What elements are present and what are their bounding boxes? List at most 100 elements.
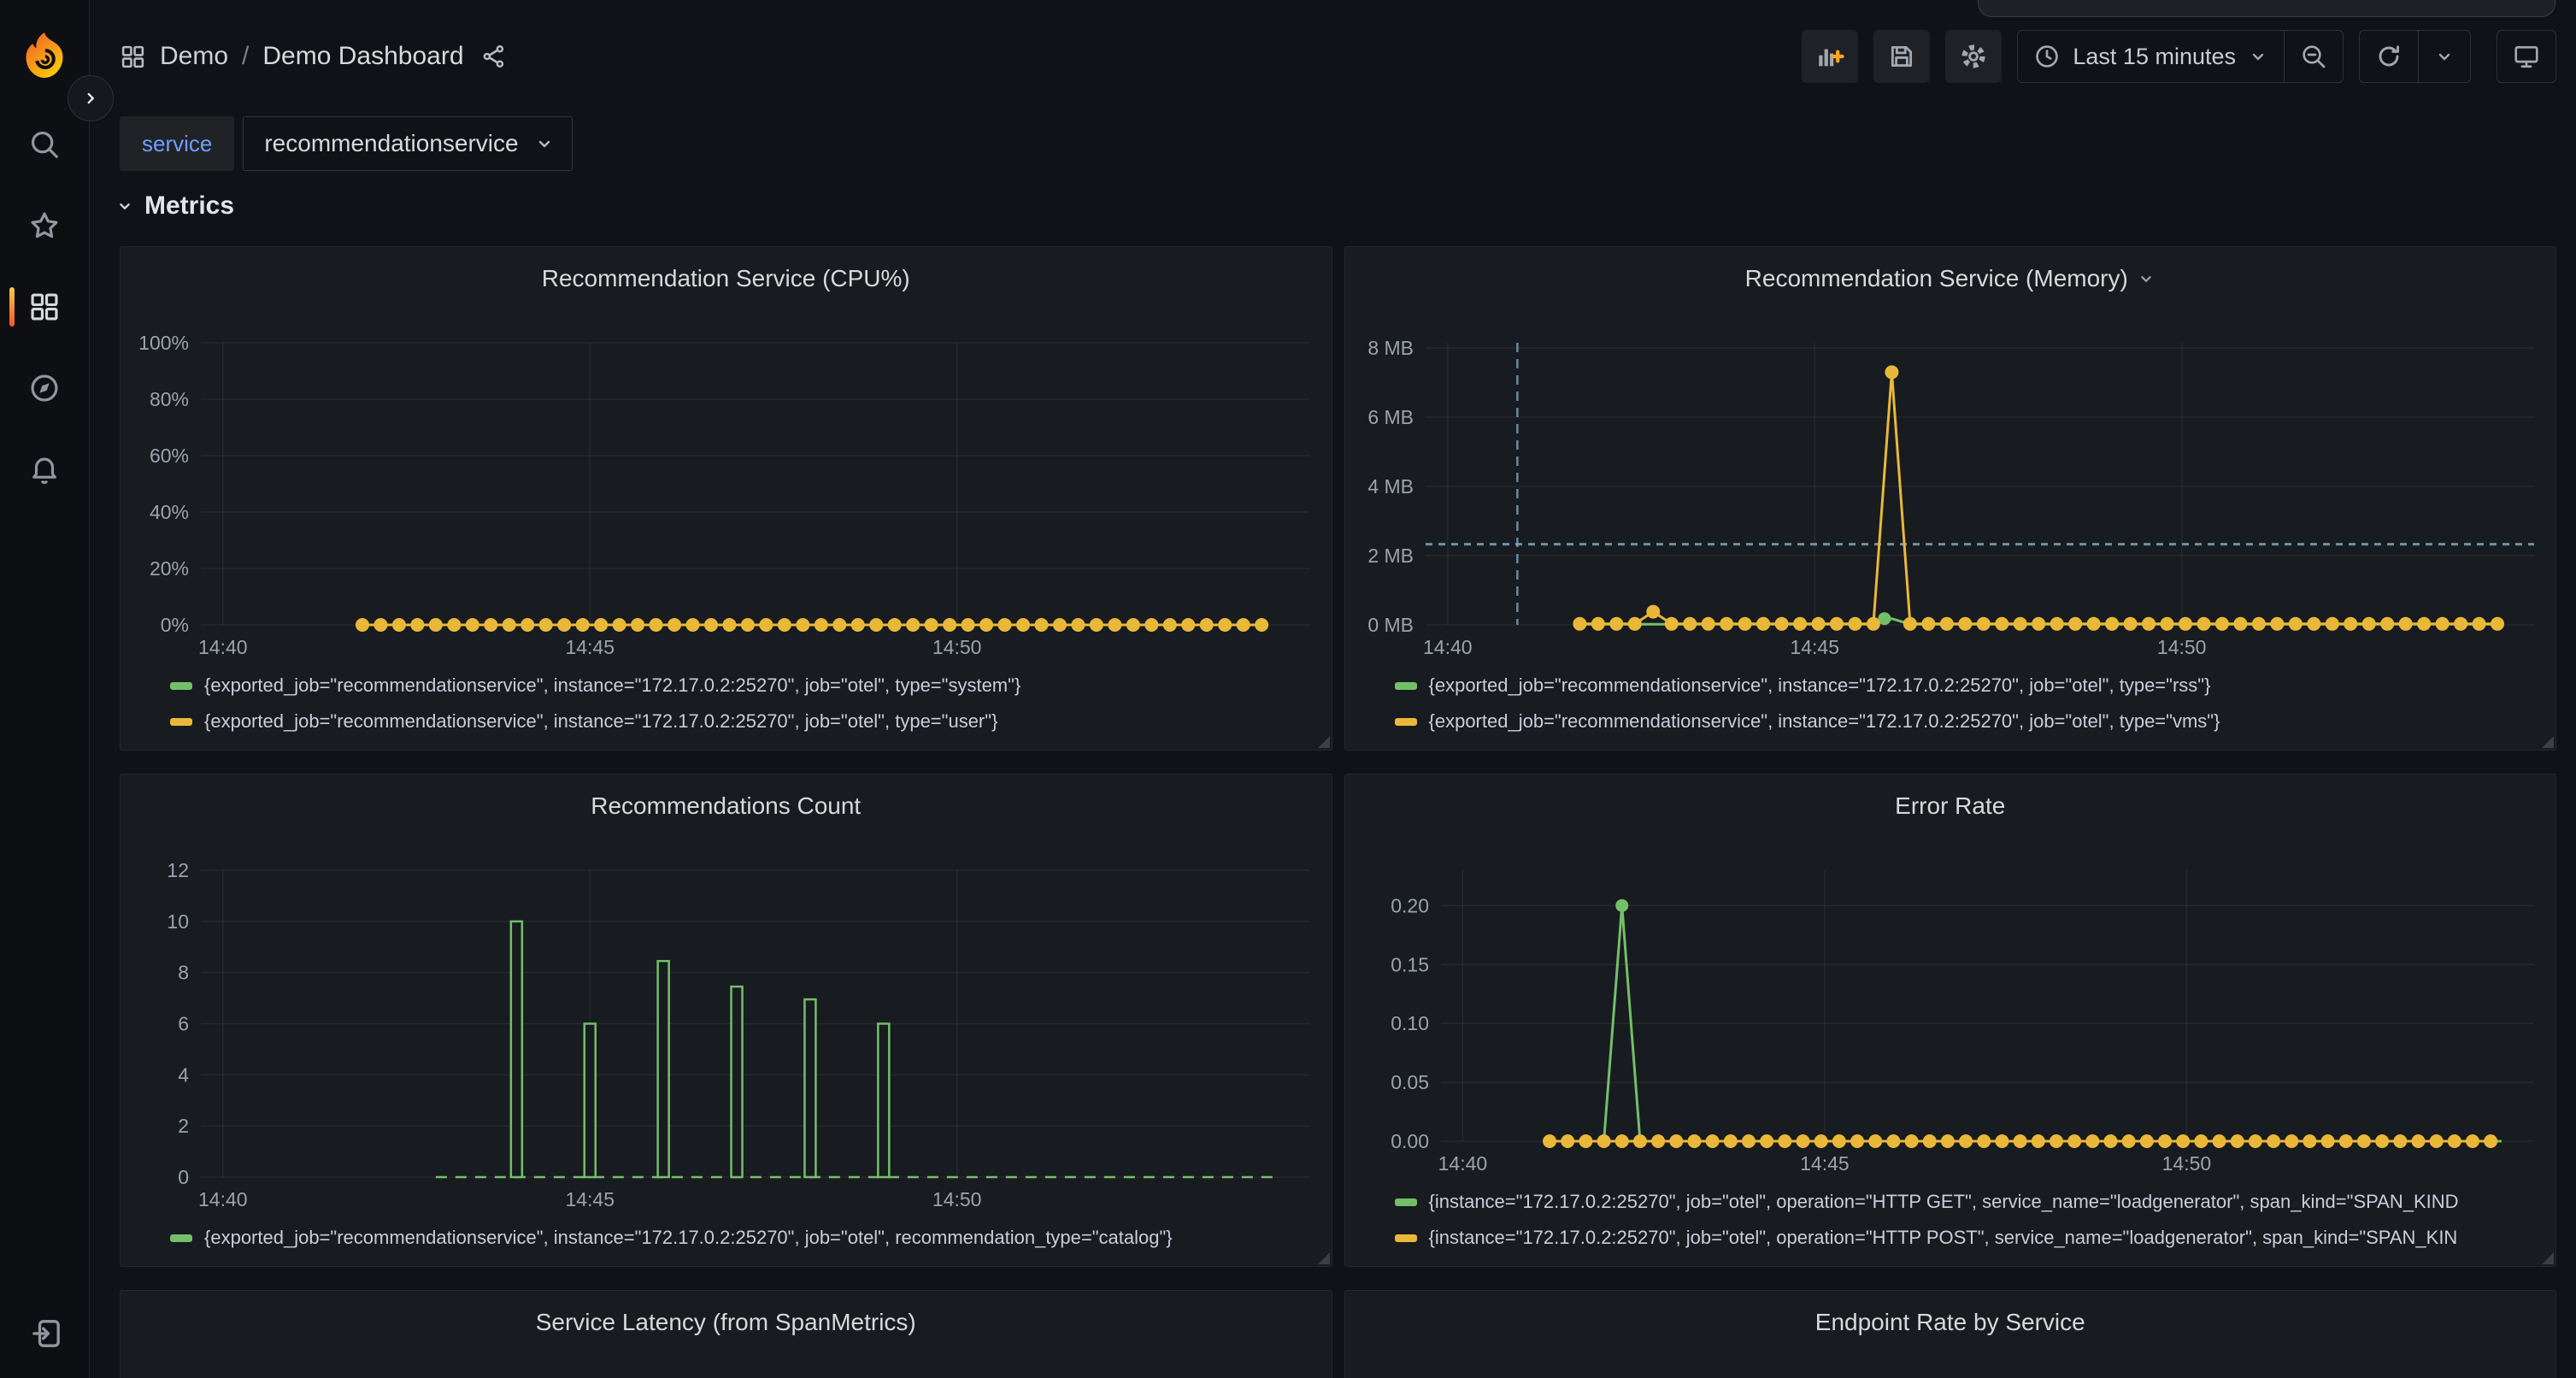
chevron-down-icon: [2248, 46, 2268, 67]
legend-swatch: [170, 682, 192, 690]
legend-row: {instance="172.17.0.2:25270", job="otel"…: [1395, 1220, 2543, 1256]
panel-cpu: Recommendation Service (CPU%) 0% 20% 40% 60…: [120, 246, 1332, 751]
time-range-button[interactable]: Last 15 minutes: [2018, 31, 2284, 82]
chevron-down-icon: [115, 197, 134, 215]
legend: {exported_job="recommendationservice", i…: [1345, 668, 2556, 750]
legend-label[interactable]: {instance="172.17.0.2:25270", job="otel"…: [1429, 1227, 2458, 1249]
svg-text:6 MB: 6 MB: [1367, 406, 1414, 428]
svg-text:0.00: 0.00: [1391, 1130, 1429, 1152]
sidebar-nav: [28, 128, 61, 486]
legend-label[interactable]: {instance="172.17.0.2:25270", job="otel"…: [1429, 1191, 2459, 1213]
legend-label[interactable]: {exported_job="recommendationservice", i…: [1429, 674, 2211, 697]
browser-overlay-pill: [1978, 0, 2555, 17]
legend-row: {exported_job="recommendationservice", i…: [170, 668, 1318, 704]
legend-swatch: [1395, 718, 1417, 726]
chart-error-rate[interactable]: 0.000.050.100.150.2014:4014:4514:50: [1345, 838, 2556, 1184]
sidebar-bottom: [0, 1316, 90, 1349]
legend-swatch: [1395, 1234, 1417, 1242]
save-icon: [1887, 42, 1916, 71]
sidebar-item-sign-in[interactable]: [29, 1316, 62, 1349]
service-variable-value: recommendationservice: [264, 130, 518, 157]
svg-text:14:45: 14:45: [1790, 636, 1839, 658]
star-icon: [28, 209, 61, 242]
legend-swatch: [1395, 682, 1417, 690]
legend: {exported_job="recommendationservice", i…: [121, 668, 1332, 750]
panel-resize-handle[interactable]: [2542, 736, 2554, 748]
svg-text:100%: 100%: [138, 332, 189, 354]
svg-text:40%: 40%: [150, 501, 189, 523]
panel-title[interactable]: Recommendation Service (CPU%): [121, 247, 1332, 310]
legend-row: {exported_job="recommendationservice", i…: [1395, 668, 2543, 704]
legend-swatch: [170, 718, 192, 726]
svg-text:2: 2: [178, 1115, 189, 1137]
refresh-interval-button[interactable]: [2418, 31, 2470, 82]
compass-icon: [28, 372, 61, 404]
kiosk-mode-button[interactable]: [2497, 31, 2555, 82]
legend-row: {exported_job="recommendationservice", i…: [170, 1220, 1318, 1256]
legend-row: {exported_job="recommendationservice", i…: [1395, 704, 2543, 739]
svg-text:14:40: 14:40: [1422, 636, 1472, 658]
dashboard-settings-button[interactable]: [1945, 30, 2002, 83]
svg-text:4 MB: 4 MB: [1367, 475, 1414, 498]
chevron-down-icon: [534, 133, 555, 154]
zoom-out-icon: [2300, 43, 2327, 70]
time-range-label: Last 15 minutes: [2073, 44, 2236, 70]
panel-title[interactable]: Error Rate: [1345, 774, 2556, 838]
variable-row: service recommendationservice: [90, 113, 2576, 173]
panel-title[interactable]: Endpoint Rate by Service: [1345, 1291, 2556, 1354]
panel-title[interactable]: Service Latency (from SpanMetrics): [121, 1291, 1332, 1354]
legend-label[interactable]: {exported_job="recommendationservice", i…: [204, 674, 1020, 697]
chart-cpu[interactable]: 0%20%40%60%80%100%14:4014:4514:50: [121, 310, 1332, 668]
refresh-button[interactable]: [2360, 31, 2418, 82]
chevron-down-icon: [2434, 46, 2455, 67]
legend-label[interactable]: {exported_job="recommendationservice", i…: [204, 1227, 1173, 1249]
breadcrumb-section[interactable]: Demo: [160, 42, 228, 71]
sidebar-item-alerting[interactable]: [28, 453, 61, 486]
add-panel-button[interactable]: [1802, 30, 1858, 83]
svg-text:14:45: 14:45: [565, 1188, 615, 1210]
legend-swatch: [170, 1234, 192, 1242]
panel-title[interactable]: Recommendation Service (Memory): [1345, 247, 2556, 310]
sidebar-item-dashboards[interactable]: [28, 291, 61, 323]
legend-label[interactable]: {exported_job="recommendationservice", i…: [1429, 710, 2220, 733]
chart-memory[interactable]: 0 MB2 MB4 MB6 MB8 MB14:4014:4514:50: [1345, 310, 2556, 668]
service-variable-dropdown[interactable]: recommendationservice: [243, 116, 572, 171]
dashboards-grid-icon: [120, 44, 146, 70]
svg-text:8 MB: 8 MB: [1367, 337, 1414, 359]
chart-svg: 0%20%40%60%80%100%14:4014:4514:50: [121, 310, 1332, 668]
sidebar-item-starred[interactable]: [28, 209, 61, 242]
svg-text:0.05: 0.05: [1391, 1071, 1429, 1093]
chart-svg: 0.000.050.100.150.2014:4014:4514:50: [1345, 838, 2556, 1184]
legend-label[interactable]: {exported_job="recommendationservice", i…: [204, 710, 997, 733]
panel-resize-handle[interactable]: [1318, 736, 1330, 748]
panel-title[interactable]: Recommendations Count: [121, 774, 1332, 838]
sidebar-item-search[interactable]: [28, 128, 61, 161]
svg-text:0%: 0%: [161, 614, 189, 636]
chart-recommendations-count[interactable]: 02468101214:4014:4514:50: [121, 838, 1332, 1220]
svg-text:14:50: 14:50: [932, 1188, 982, 1210]
breadcrumb: Demo / Demo Dashboard: [120, 42, 507, 71]
clock-icon: [2033, 43, 2061, 70]
save-dashboard-button[interactable]: [1873, 30, 1930, 83]
svg-text:14:50: 14:50: [932, 636, 982, 658]
panel-error-rate: Error Rate 0.000.050.100.150.2014:4014:4…: [1344, 774, 2557, 1267]
zoom-out-button[interactable]: [2284, 31, 2343, 82]
panel-resize-handle[interactable]: [2542, 1252, 2554, 1264]
share-icon[interactable]: [481, 44, 507, 69]
toolbar: Last 15 minutes: [1802, 30, 2556, 83]
metrics-section-toggle[interactable]: Metrics: [90, 173, 2576, 239]
grafana-logo[interactable]: [22, 32, 67, 80]
svg-text:80%: 80%: [150, 388, 189, 410]
svg-text:12: 12: [167, 859, 189, 881]
svg-text:20%: 20%: [150, 557, 189, 580]
main-content: Demo / Demo Dashboard Last 15 minutes: [90, 0, 2576, 1378]
panel-resize-handle[interactable]: [1318, 1252, 1330, 1264]
chart-svg: 0 MB2 MB4 MB6 MB8 MB14:4014:4514:50: [1345, 310, 2556, 668]
refresh-group: [2359, 30, 2471, 83]
sidebar-item-explore[interactable]: [28, 372, 61, 404]
svg-text:0: 0: [178, 1166, 189, 1188]
add-panel-icon: [1815, 42, 1844, 71]
sidebar-expand-button[interactable]: [68, 75, 114, 121]
svg-text:60%: 60%: [150, 445, 189, 467]
legend-swatch: [1395, 1198, 1417, 1206]
